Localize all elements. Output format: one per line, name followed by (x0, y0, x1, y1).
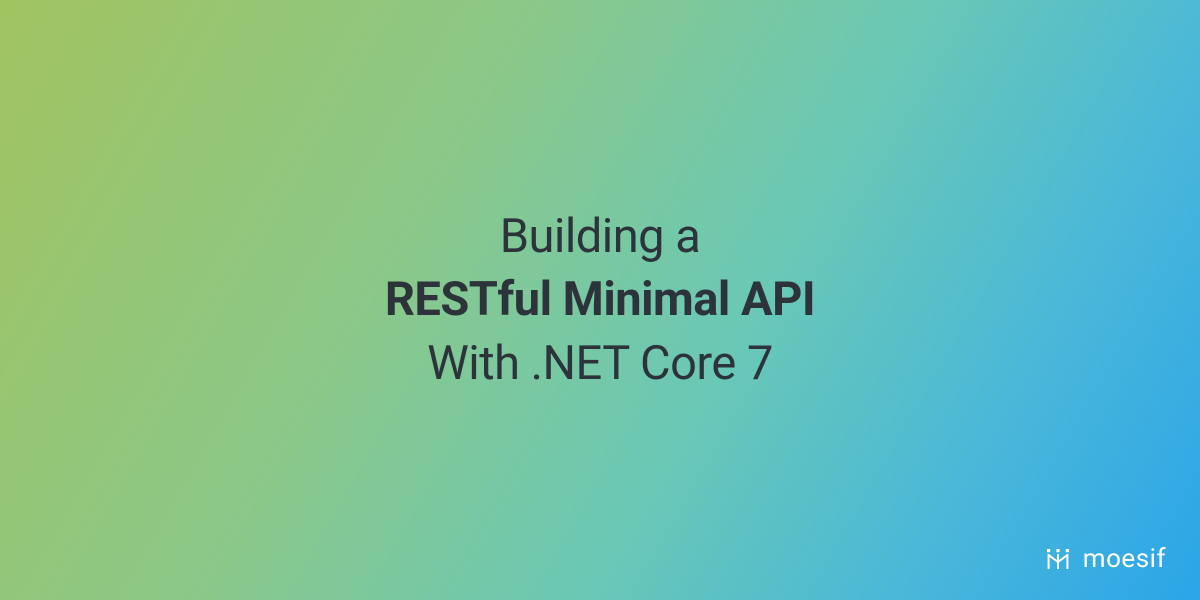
hero-line-1: Building a (385, 205, 815, 268)
brand-footer: moesif (1043, 544, 1166, 574)
hero-line-3: With .NET Core 7 (385, 332, 815, 395)
hero-line-2: RESTful Minimal API (385, 268, 815, 331)
hero-title: Building a RESTful Minimal API With .NET… (385, 205, 815, 395)
moesif-logo-icon (1043, 544, 1073, 574)
brand-name: moesif (1083, 544, 1166, 574)
